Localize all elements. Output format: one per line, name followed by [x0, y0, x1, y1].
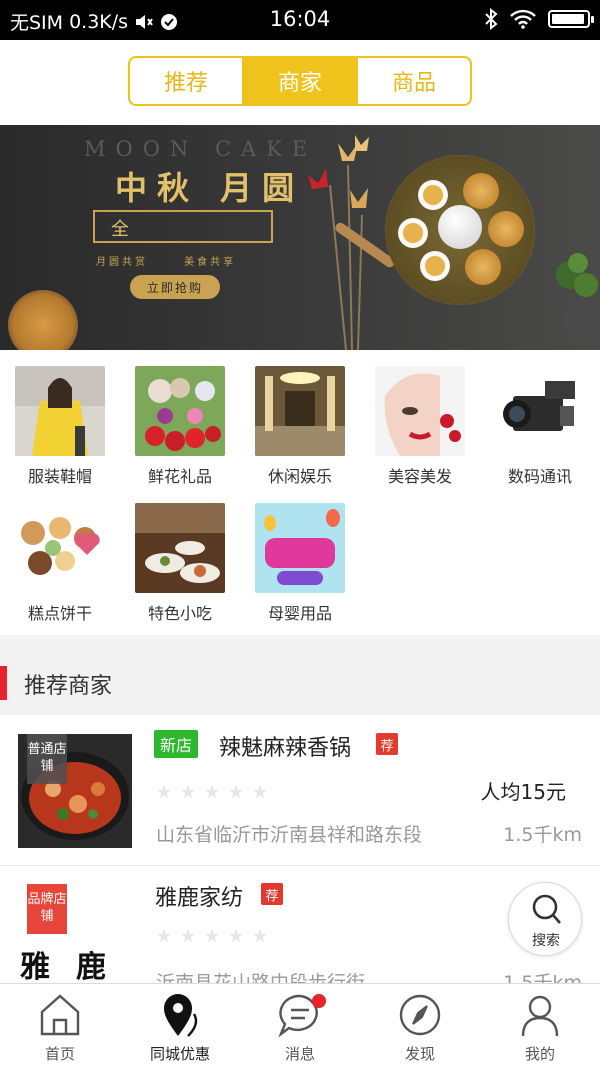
nav-label: 我的 — [524, 1045, 555, 1063]
promo-banner[interactable]: MOON CAKE 中秋 月圆 全 月圆共赏 美食共享 立即抢购 — [0, 125, 600, 350]
merchant-address: 山东省临沂市沂南县祥和路东段 — [156, 824, 423, 846]
mooncake-plate-image — [8, 290, 78, 350]
star-icon: ★ — [252, 926, 269, 947]
recommended-badge: 荐 — [261, 883, 283, 905]
lotus-flowers-image — [308, 135, 369, 350]
star-icon: ★ — [180, 782, 197, 803]
category-label: 母婴用品 — [267, 604, 332, 623]
average-price: 人均15元 — [480, 780, 566, 804]
category-beauty[interactable]: 美容美发 — [360, 350, 480, 486]
category-label: 糕点饼干 — [27, 604, 92, 623]
flowers-photo — [135, 366, 225, 456]
teacup-image — [420, 251, 450, 281]
category-clothing[interactable]: 服装鞋帽 — [0, 350, 120, 486]
bluetooth-icon — [485, 8, 498, 30]
home-icon — [40, 994, 80, 1036]
location-icon — [164, 994, 198, 1037]
nav-profile[interactable]: 我的 — [480, 984, 600, 1067]
nav-label: 同城优惠 — [149, 1045, 210, 1063]
battery-fill — [552, 14, 584, 24]
rating-stars: ★ ★ ★ ★ ★ — [156, 928, 270, 946]
banner-english-title: MOON CAKE — [84, 137, 318, 161]
category-label: 服装鞋帽 — [27, 467, 92, 486]
star-icon: ★ — [228, 926, 245, 947]
category-pastry[interactable]: 糕点饼干 — [0, 487, 120, 623]
category-baby[interactable]: 母婴用品 — [240, 487, 360, 623]
mooncake-image — [465, 249, 501, 285]
teacup-image — [398, 218, 428, 248]
merchant-name: 辣魅麻辣香锅 — [219, 736, 352, 761]
mooncake-image — [488, 211, 524, 247]
status-bar: 无SIM 0.3K/s 16:04 — [0, 0, 600, 40]
category-leisure[interactable]: 休闲娱乐 — [240, 350, 360, 486]
banner-title: 中秋 月圆 — [115, 169, 305, 207]
brand-logo: 雅鹿 — [20, 950, 132, 985]
shop-type-tag: 品牌店铺 — [27, 884, 67, 934]
star-icon: ★ — [156, 926, 173, 947]
search-label: 搜索 — [532, 933, 560, 949]
wifi-icon — [510, 9, 536, 29]
teapot-image — [438, 205, 482, 249]
clothing-photo — [15, 366, 105, 456]
user-icon — [521, 995, 559, 1037]
recommended-badge: 荐 — [376, 733, 398, 755]
category-label: 鲜花礼品 — [147, 467, 212, 486]
shop-type-tag: 普通店铺 — [27, 734, 67, 784]
star-icon: ★ — [252, 782, 269, 803]
battery-icon — [548, 10, 594, 28]
merchant-name: 雅鹿家纺 — [155, 886, 244, 911]
banner-frame: 全 — [93, 210, 273, 243]
nav-label: 首页 — [44, 1045, 75, 1063]
merchant-distance: 1.5千km — [503, 824, 582, 846]
cookies-photo — [15, 503, 105, 593]
tab-merchants[interactable]: 商家 — [244, 58, 358, 104]
category-label: 数码通讯 — [507, 467, 572, 486]
unread-dot — [312, 994, 326, 1008]
banner-subtitle: 月圆共赏 美食共享 — [96, 257, 237, 268]
bottom-nav: 首页 同城优惠 消息 发现 我的 — [0, 983, 600, 1067]
nav-local-deals[interactable]: 同城优惠 — [120, 984, 240, 1067]
merchant-photo: 普通店铺 — [18, 734, 132, 848]
nav-discover[interactable]: 发现 — [360, 984, 480, 1067]
compass-icon — [399, 994, 441, 1036]
status-right — [484, 8, 594, 30]
camera-photo — [495, 366, 585, 456]
nav-label: 发现 — [404, 1045, 435, 1063]
new-shop-badge: 新店 — [154, 730, 199, 758]
hall-photo — [255, 366, 345, 456]
merchant-photo: 雅鹿 品牌店铺 — [18, 884, 132, 998]
rating-stars: ★ ★ ★ ★ ★ — [156, 784, 270, 802]
category-label: 特色小吃 — [147, 604, 212, 623]
category-label: 休闲娱乐 — [267, 467, 332, 486]
section-accent-bar — [0, 666, 7, 700]
star-icon: ★ — [204, 926, 221, 947]
snack-photo — [135, 503, 225, 593]
category-digital[interactable]: 数码通讯 — [480, 350, 600, 486]
bonsai-plant-image — [556, 253, 598, 333]
star-icon: ★ — [204, 782, 221, 803]
section-title: 推荐商家 — [24, 674, 113, 699]
banner-frame-text: 全 — [111, 219, 129, 240]
nav-label: 消息 — [284, 1045, 315, 1063]
category-label: 美容美发 — [387, 467, 452, 486]
category-snacks[interactable]: 特色小吃 — [120, 487, 240, 623]
mooncake-image — [463, 173, 499, 209]
star-icon: ★ — [228, 782, 245, 803]
beauty-photo — [375, 366, 465, 456]
baby-photo — [255, 503, 345, 593]
category-flowers[interactable]: 鲜花礼品 — [120, 350, 240, 486]
star-icon: ★ — [180, 926, 197, 947]
search-icon — [532, 894, 561, 924]
banner-cta-button[interactable]: 立即抢购 — [130, 275, 220, 299]
segment-tabs: 推荐 商家 商品 — [128, 56, 472, 106]
nav-messages[interactable]: 消息 — [240, 984, 360, 1067]
nav-home[interactable]: 首页 — [0, 984, 120, 1067]
star-icon: ★ — [156, 782, 173, 803]
tab-products[interactable]: 商品 — [358, 58, 470, 104]
floating-search-button[interactable]: 搜索 — [508, 882, 582, 956]
teacup-image — [418, 180, 448, 210]
merchant-card[interactable]: 普通店铺 新店 辣魅麻辣香锅 荐 ★ ★ ★ ★ ★ 人均15元 山东省临沂市沂… — [0, 716, 600, 866]
category-grid: 服装鞋帽 鲜花礼品 休闲娱乐 美容美发 数码通讯 糕点饼干 特色小吃 母婴用品 — [0, 350, 600, 635]
tab-recommend[interactable]: 推荐 — [130, 58, 244, 104]
